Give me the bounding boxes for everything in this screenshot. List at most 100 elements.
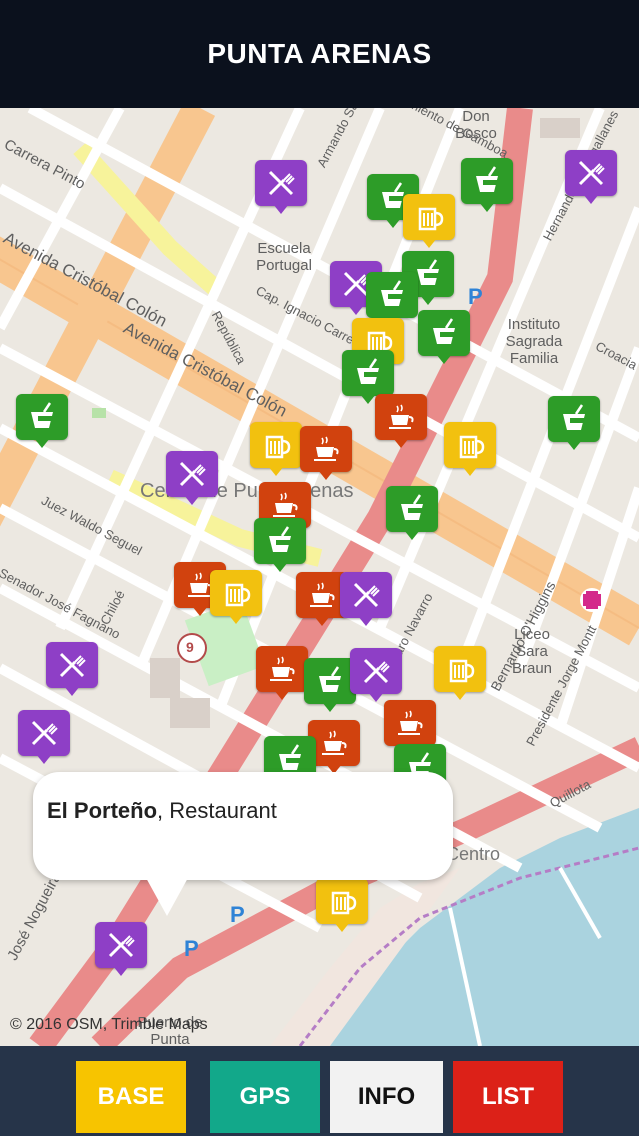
poi-label: Instituto Sagrada Familia (505, 316, 563, 367)
marker-pointer (192, 606, 208, 616)
restaurant-marker[interactable] (95, 922, 147, 978)
marker-pointer (334, 922, 350, 932)
app-header: PUNTA ARENAS (0, 0, 639, 108)
marker-pointer (314, 616, 330, 626)
parking-label: P (468, 284, 483, 309)
bottom-toolbar: BASE GPS INFO LIST (0, 1046, 639, 1136)
list-button[interactable]: LIST (453, 1061, 563, 1133)
bar-icon (444, 422, 496, 468)
bar-marker[interactable] (434, 646, 486, 702)
cafe-marker[interactable] (300, 426, 352, 482)
restaurant-icon (166, 451, 218, 497)
marker-pointer (462, 466, 478, 476)
cafe-marker[interactable] (256, 646, 308, 702)
marker-pointer (479, 202, 495, 212)
marker-pointer (368, 692, 384, 702)
fast-food-marker[interactable] (461, 158, 513, 214)
restaurant-marker[interactable] (350, 648, 402, 704)
marker-pointer (268, 466, 284, 476)
marker-pointer (385, 218, 401, 228)
fast-food-marker[interactable] (304, 658, 356, 714)
fast-food-icon (548, 396, 600, 442)
bar-marker[interactable] (250, 422, 302, 478)
gps-button[interactable]: GPS (210, 1061, 320, 1133)
district-label: Centro (446, 844, 501, 864)
marker-pointer (452, 690, 468, 700)
marker-pointer (272, 562, 288, 572)
map-attribution: © 2016 OSM, Trimble Maps (10, 1016, 208, 1033)
route-badge-label: 9 (186, 639, 194, 655)
parking-label: P (184, 936, 199, 961)
restaurant-marker[interactable] (166, 451, 218, 507)
fast-food-icon (254, 518, 306, 564)
popup-name: El Porteño (47, 798, 158, 823)
bar-icon (434, 646, 486, 692)
fast-food-icon (366, 272, 418, 318)
poi-label: Liceo Sara Braun (511, 626, 553, 677)
restaurant-icon (18, 710, 70, 756)
marker-pointer (420, 295, 436, 305)
marker-pointer (583, 194, 599, 204)
cafe-icon (384, 700, 436, 746)
cafe-icon (256, 646, 308, 692)
fast-food-icon (418, 310, 470, 356)
cafe-marker[interactable] (375, 394, 427, 450)
popup-category: , Restaurant (157, 798, 277, 823)
fast-food-icon (386, 486, 438, 532)
bar-marker[interactable] (316, 878, 368, 934)
restaurant-icon (95, 922, 147, 968)
fast-food-marker[interactable] (418, 310, 470, 366)
fast-food-marker[interactable] (386, 486, 438, 542)
fast-food-icon (461, 158, 513, 204)
marker-pointer (318, 470, 334, 480)
bar-icon (250, 422, 302, 468)
marker-pointer (360, 394, 376, 404)
info-button[interactable]: INFO (330, 1061, 443, 1133)
marker-pointer (393, 438, 409, 448)
page-title: PUNTA ARENAS (207, 38, 432, 69)
restaurant-marker[interactable] (340, 572, 392, 628)
marker-pointer (436, 354, 452, 364)
popup-pointer (145, 876, 189, 916)
fast-food-icon (16, 394, 68, 440)
marker-pointer (348, 305, 364, 315)
marker-pointer (34, 438, 50, 448)
map-view[interactable]: 9 Carrera Pinto Avenida Cristóbal Colón … (0, 108, 639, 1046)
fast-food-icon (304, 658, 356, 704)
restaurant-marker[interactable] (565, 150, 617, 206)
marker-pointer (421, 238, 437, 248)
restaurant-icon (46, 642, 98, 688)
marker-pointer (273, 204, 289, 214)
fast-food-marker[interactable] (548, 396, 600, 452)
restaurant-icon (565, 150, 617, 196)
restaurant-icon (255, 160, 307, 206)
bar-marker[interactable] (210, 570, 262, 626)
restaurant-marker[interactable] (255, 160, 307, 216)
bar-marker[interactable] (444, 422, 496, 478)
marker-pointer (404, 530, 420, 540)
fast-food-marker[interactable] (254, 518, 306, 574)
parking-label: P (230, 902, 245, 927)
restaurant-icon (340, 572, 392, 618)
marker-pointer (274, 690, 290, 700)
restaurant-marker[interactable] (18, 710, 70, 766)
poi-popup[interactable]: El Porteño, Restaurant (33, 772, 453, 916)
fast-food-icon (342, 350, 394, 396)
bar-icon (403, 194, 455, 240)
marker-pointer (113, 966, 129, 976)
bar-marker[interactable] (403, 194, 455, 250)
popup-text: El Porteño, Restaurant (47, 798, 277, 824)
bar-icon (316, 878, 368, 924)
marker-pointer (358, 616, 374, 626)
marker-pointer (64, 686, 80, 696)
restaurant-marker[interactable] (46, 642, 98, 698)
marker-pointer (322, 702, 338, 712)
marker-pointer (184, 495, 200, 505)
fast-food-marker[interactable] (16, 394, 68, 450)
poi-label: Escuela Portugal (256, 240, 312, 274)
bar-icon (210, 570, 262, 616)
marker-pointer (36, 754, 52, 764)
base-button[interactable]: BASE (76, 1061, 186, 1133)
cafe-icon (300, 426, 352, 472)
marker-pointer (566, 440, 582, 450)
